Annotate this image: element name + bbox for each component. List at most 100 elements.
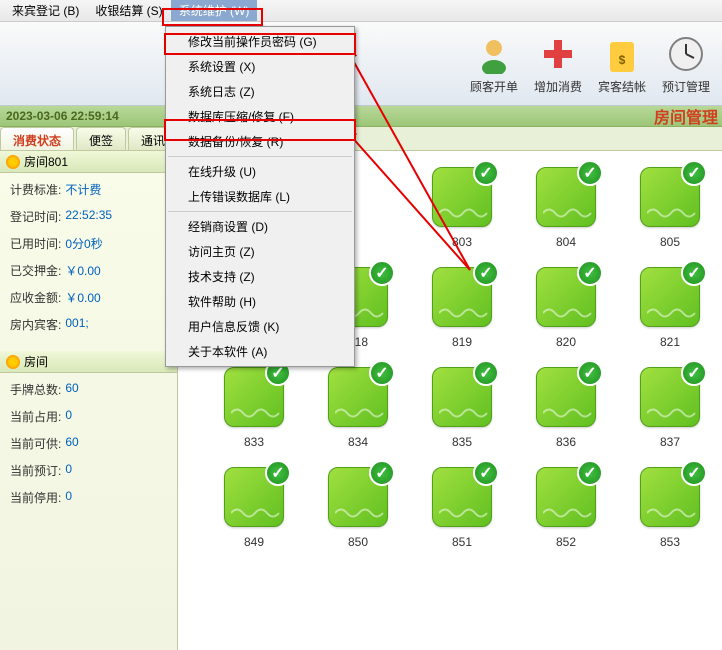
info-value: 60: [65, 435, 78, 452]
check-icon: ✓: [473, 160, 499, 186]
check-icon: ✓: [369, 260, 395, 286]
room-number: 837: [660, 435, 680, 449]
check-icon: ✓: [681, 160, 707, 186]
stats-panel-header: 房间: [0, 351, 177, 373]
toolbar-label: 增加消费: [534, 78, 582, 95]
dropdown-item[interactable]: 系统日志 (Z): [168, 79, 352, 104]
room-icon: ✓: [224, 367, 284, 427]
stats-panel-title: 房间: [24, 353, 48, 370]
dropdown-item[interactable]: 数据库压缩/修复 (F): [168, 104, 352, 129]
room-number: 804: [556, 235, 576, 249]
room-number: 819: [452, 335, 472, 349]
room-icon: ✓: [640, 367, 700, 427]
tabbar: 消费状态便签通讯: [0, 127, 722, 151]
toolbar-user-button[interactable]: 顾客开单: [462, 22, 526, 106]
toolbar-label: 预订管理: [662, 78, 710, 95]
room-number: 805: [660, 235, 680, 249]
info-label: 登记时间:: [10, 208, 61, 225]
dropdown-item[interactable]: 修改当前操作员密码 (G): [168, 29, 352, 54]
info-value: 不计费: [65, 181, 101, 198]
room-icon: ✓: [640, 467, 700, 527]
room-icon: ✓: [432, 367, 492, 427]
datetime-display: 2023-03-06 22:59:14: [6, 109, 119, 123]
room-icon: ✓: [536, 367, 596, 427]
room-icon: ✓: [536, 167, 596, 227]
room-card[interactable]: ✓ 803: [410, 167, 514, 267]
info-label: 当前停用:: [10, 489, 61, 506]
sun-icon: [6, 155, 20, 169]
info-label: 当前可供:: [10, 435, 61, 452]
system-maintenance-dropdown: 修改当前操作员密码 (G)系统设置 (X)系统日志 (Z)数据库压缩/修复 (F…: [165, 26, 355, 367]
check-icon: ✓: [369, 460, 395, 486]
info-row: 已交押金:￥0.00: [10, 262, 167, 279]
check-icon: ✓: [577, 360, 603, 386]
room-card[interactable]: ✓833: [202, 367, 306, 467]
dropdown-item[interactable]: 经销商设置 (D): [168, 214, 352, 239]
room-icon: ✓: [224, 467, 284, 527]
check-icon: ✓: [577, 260, 603, 286]
menu-guest-register[interactable]: 来宾登记 (B): [4, 0, 87, 21]
info-row: 应收金额:￥0.00: [10, 289, 167, 306]
room-panel-title: 房间801: [24, 153, 68, 170]
dropdown-item[interactable]: 访问主页 (Z): [168, 239, 352, 264]
room-icon: ✓: [432, 267, 492, 327]
room-number: 836: [556, 435, 576, 449]
room-number: 803: [452, 235, 472, 249]
tab-0[interactable]: 消费状态: [0, 127, 74, 150]
dropdown-item[interactable]: 数据备份/恢复 (R): [168, 129, 352, 154]
room-card[interactable]: ✓849: [202, 467, 306, 567]
info-row: 当前占用:0: [10, 408, 167, 425]
datebar: 2023-03-06 22:59:14 房间管理: [0, 106, 722, 127]
menu-system-maintenance[interactable]: 系统维护 (W): [171, 0, 258, 21]
dropdown-item[interactable]: 软件帮助 (H): [168, 289, 352, 314]
toolbar-clock-button[interactable]: 预订管理: [654, 22, 718, 106]
check-icon: ✓: [577, 460, 603, 486]
toolbar: 顾客开单增加消费 $宾客结帐预订管理: [0, 22, 722, 106]
room-icon: ✓: [640, 167, 700, 227]
dropdown-item[interactable]: 用户信息反馈 (K): [168, 314, 352, 339]
check-icon: ✓: [577, 160, 603, 186]
room-icon: ✓: [328, 467, 388, 527]
wave-icon: [647, 306, 722, 320]
tab-1[interactable]: 便签: [76, 127, 126, 150]
room-number: 851: [452, 535, 472, 549]
info-value: 0: [65, 489, 72, 506]
dropdown-item[interactable]: 技术支持 (Z): [168, 264, 352, 289]
dropdown-item[interactable]: 系统设置 (X): [168, 54, 352, 79]
room-number: 852: [556, 535, 576, 549]
toolbar-plus-button[interactable]: 增加消费: [526, 22, 590, 106]
clock-icon: [666, 34, 706, 74]
wave-icon: [647, 406, 722, 420]
dropdown-item[interactable]: 关于本软件 (A): [168, 339, 352, 364]
check-icon: ✓: [473, 260, 499, 286]
info-label: 已用时间:: [10, 235, 61, 252]
info-label: 房内宾客:: [10, 316, 61, 333]
info-value: ￥0.00: [65, 262, 100, 279]
menubar: 来宾登记 (B) 收银结算 (S) 系统维护 (W): [0, 0, 722, 22]
info-row: 当前可供:60: [10, 435, 167, 452]
room-number: 850: [348, 535, 368, 549]
menu-cashier[interactable]: 收银结算 (S): [87, 0, 170, 21]
room-icon: ✓: [640, 267, 700, 327]
room-row: ✓849✓850✓851✓852✓853: [178, 467, 722, 567]
toolbar-money-button[interactable]: $宾客结帐: [590, 22, 654, 106]
info-row: 已用时间:0分0秒: [10, 235, 167, 252]
check-icon: ✓: [473, 360, 499, 386]
sun-icon: [6, 355, 20, 369]
wave-icon: [647, 206, 722, 220]
dropdown-item[interactable]: 上传错误数据库 (L): [168, 184, 352, 209]
money-icon: $: [602, 34, 642, 74]
room-icon: ✓: [536, 467, 596, 527]
room-row: ✓833✓834✓835✓836✓837: [178, 367, 722, 467]
plus-icon: [538, 34, 578, 74]
toolbar-label: 顾客开单: [470, 78, 518, 95]
check-icon: ✓: [681, 360, 707, 386]
info-value: 001;: [65, 316, 88, 333]
room-icon: ✓: [432, 167, 492, 227]
room-number: 821: [660, 335, 680, 349]
dropdown-item[interactable]: 在线升级 (U): [168, 159, 352, 184]
info-value: 22:52:35: [65, 208, 112, 225]
room-number: 853: [660, 535, 680, 549]
info-label: 手牌总数:: [10, 381, 61, 398]
info-row: 房内宾客: 001;: [10, 316, 167, 333]
